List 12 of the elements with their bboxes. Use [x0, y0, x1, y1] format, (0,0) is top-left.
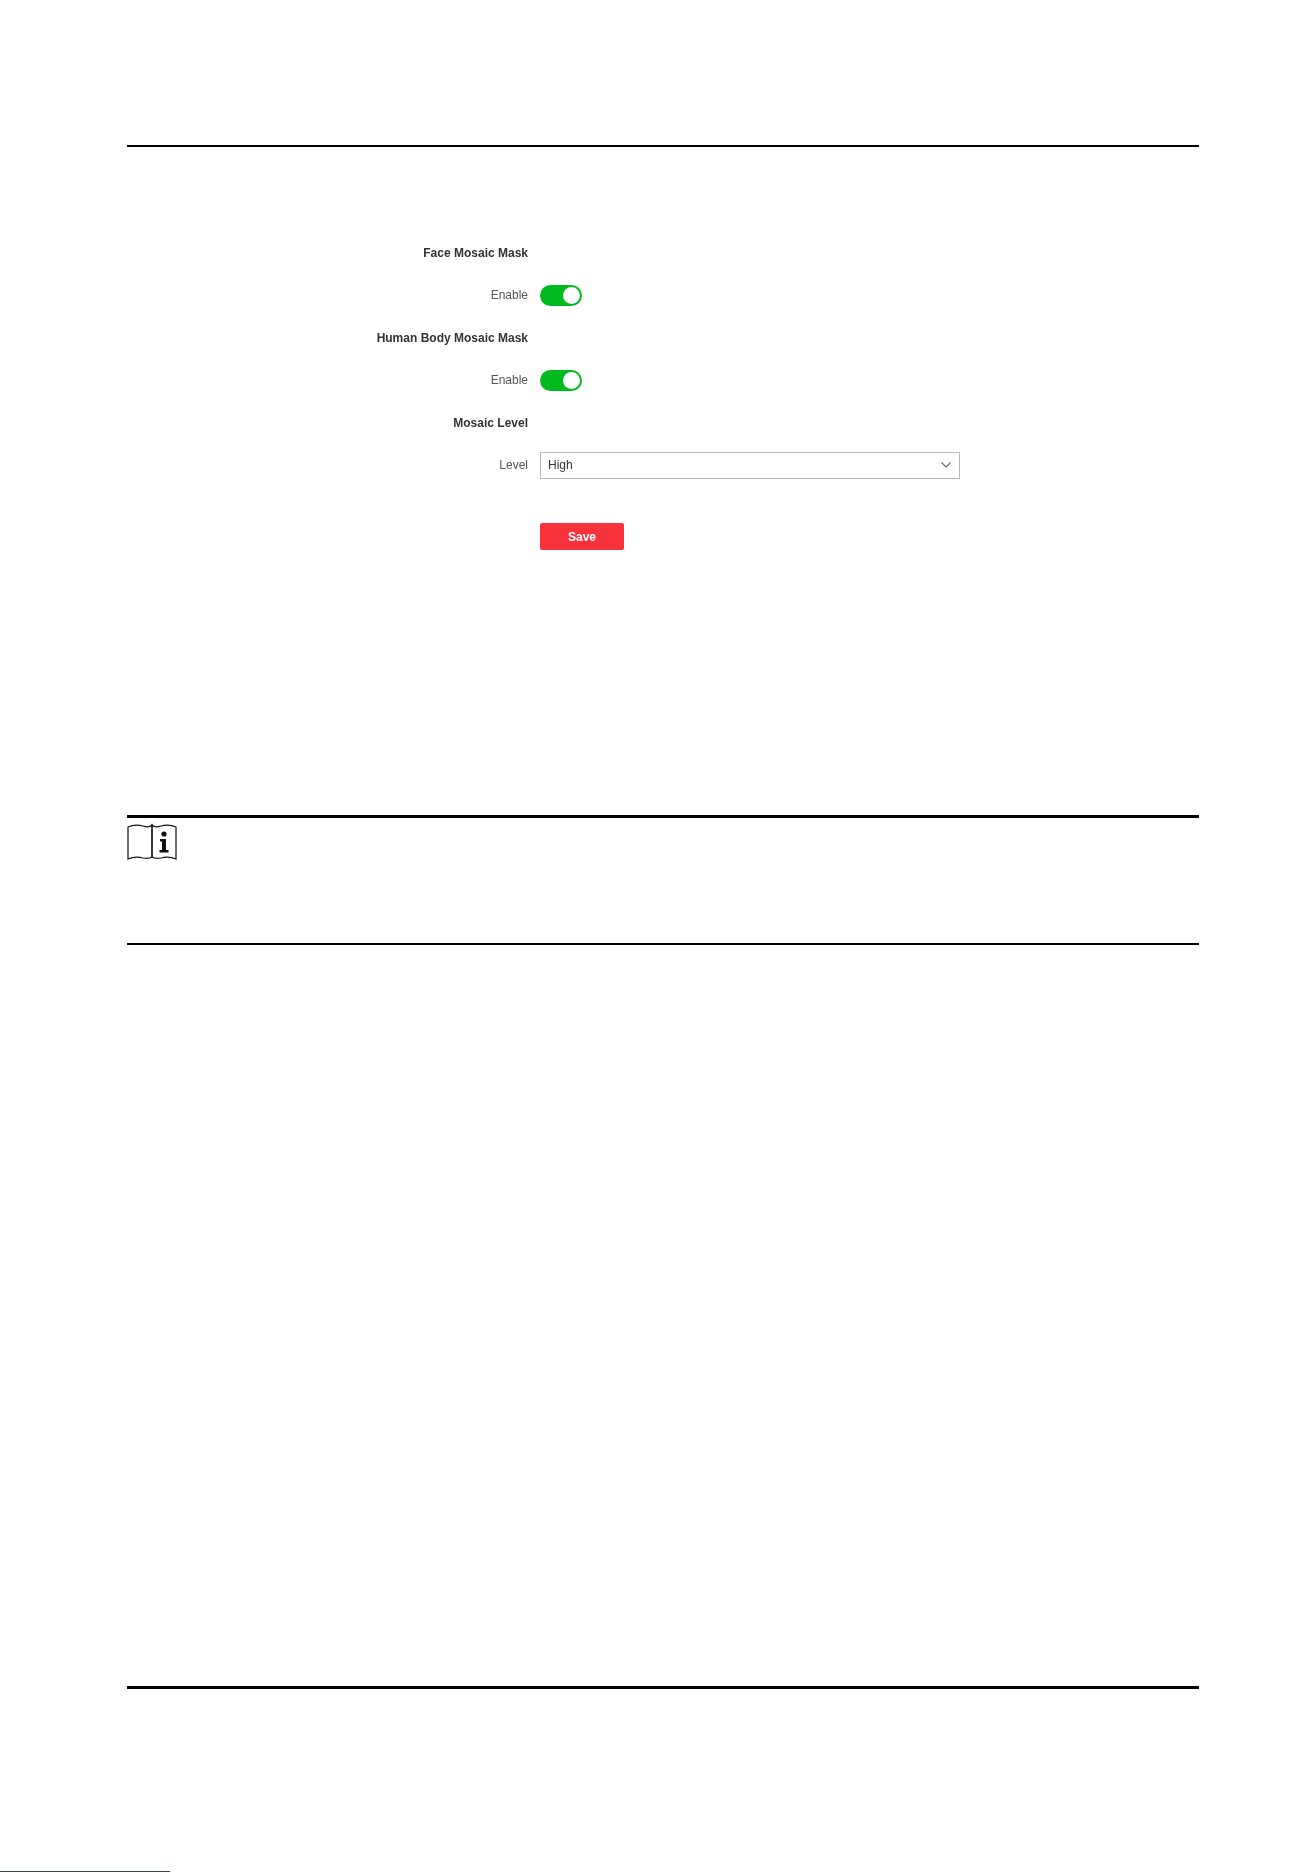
level-dropdown[interactable]: High — [540, 451, 960, 479]
save-button[interactable]: Save — [540, 523, 624, 550]
section-heading: Face Mosaic Mask — [423, 244, 528, 262]
section-heading: Mosaic Level — [453, 414, 528, 432]
section-heading: Human Body Mosaic Mask — [376, 329, 528, 347]
toggle-switch[interactable] — [540, 284, 582, 306]
field-label: Level — [499, 457, 528, 475]
field-label: Enable — [490, 372, 528, 390]
info-icon — [127, 823, 177, 860]
field-label: Enable — [490, 287, 528, 305]
chevron-down-icon — [941, 462, 951, 469]
toggle-switch[interactable] — [540, 369, 582, 391]
